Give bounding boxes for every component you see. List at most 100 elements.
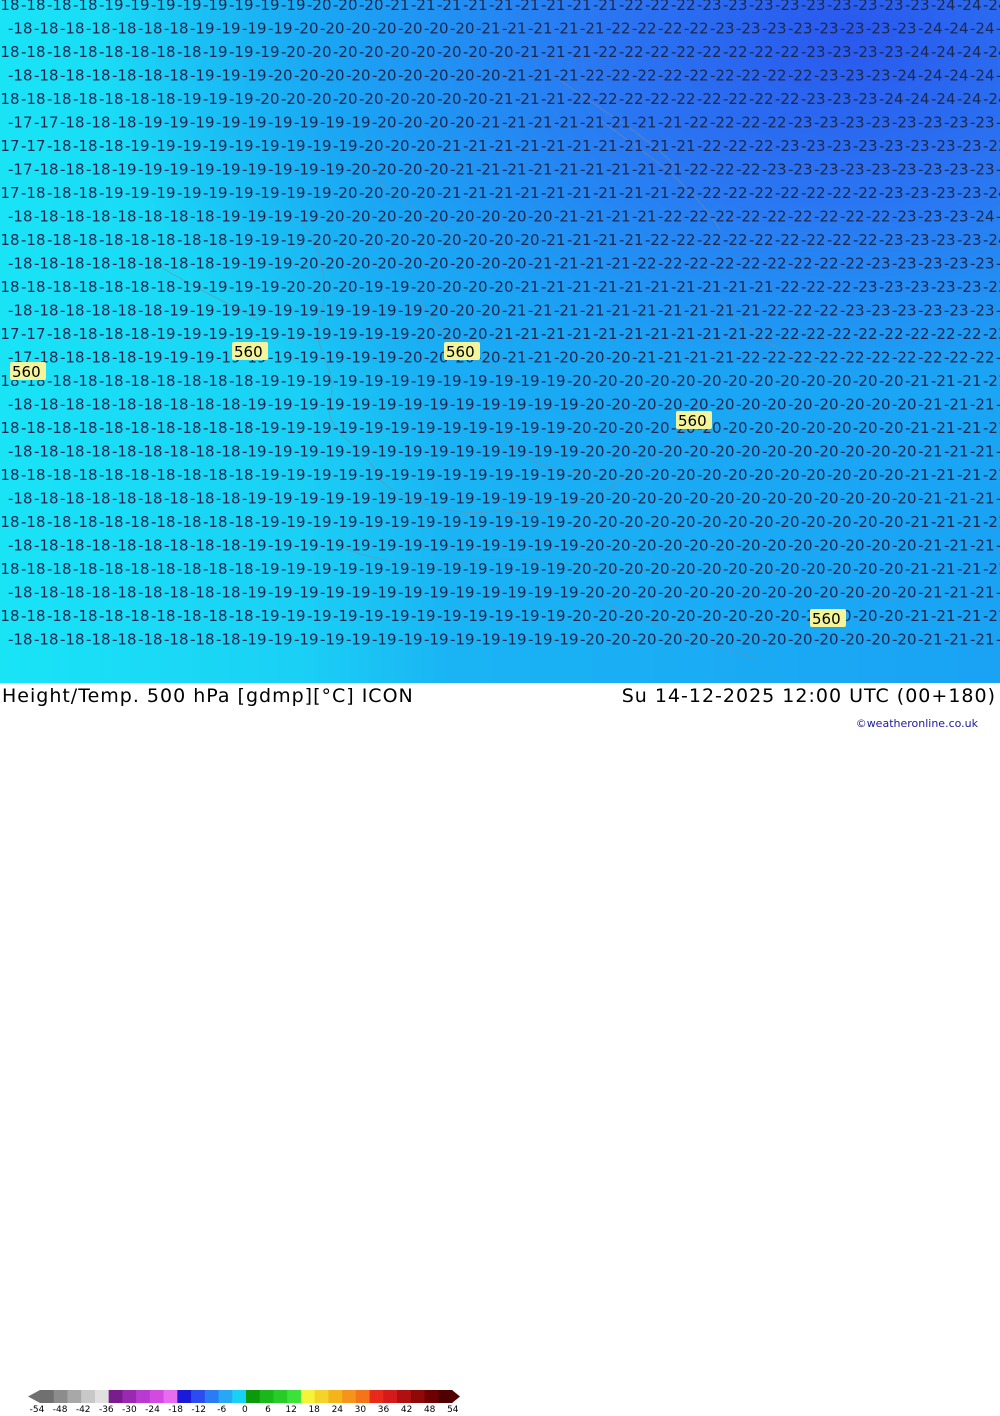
temperature-label: -18	[73, 607, 98, 625]
temperature-label: -20	[749, 466, 774, 484]
colorbar-segment	[246, 1390, 261, 1403]
temperature-label: -23	[879, 137, 904, 155]
temperature-label: -22	[697, 90, 722, 108]
temperature-label: -23	[918, 302, 943, 320]
temperature-label: -21	[567, 184, 592, 202]
temperature-label: -20	[567, 466, 592, 484]
temperature-label: -19	[372, 396, 397, 414]
temperature-label: -18	[21, 231, 46, 249]
temperature-label: -23	[931, 184, 956, 202]
colorbar-segment	[81, 1390, 96, 1403]
temperature-label: -18	[34, 20, 59, 38]
credit-link[interactable]: ©weatheronline.co.uk	[856, 717, 978, 730]
colorbar-segment	[94, 1390, 110, 1403]
temperature-label: -22	[801, 231, 826, 249]
temperature-label: -21	[385, 0, 410, 14]
temperature-label: -19	[346, 302, 371, 320]
temperature-label: -22	[684, 208, 709, 226]
temperature-label: -20	[398, 161, 423, 179]
temperature-label: -21	[957, 513, 982, 531]
temperature-label: -18	[125, 466, 150, 484]
temperature-label: -23	[801, 0, 826, 14]
temperature-label: -19	[229, 90, 254, 108]
temperature-label: -19	[99, 0, 124, 14]
temperature-label: -18	[99, 231, 124, 249]
temperature-label: -21	[957, 466, 982, 484]
temperature-label: -21	[736, 302, 761, 320]
temperature-label: -20	[775, 466, 800, 484]
temperature-label: -21	[502, 349, 527, 367]
temperature-label: -22	[736, 349, 761, 367]
temperature-label: -18	[125, 90, 150, 108]
temperature-label: -21	[502, 161, 527, 179]
temperature-label: -24	[944, 67, 969, 85]
temperature-label: -20	[437, 90, 462, 108]
colorbar-segment	[342, 1390, 357, 1403]
temperature-label: -20	[359, 231, 384, 249]
temperature-label: -22	[593, 90, 618, 108]
temperature-label: -23	[957, 231, 982, 249]
temperature-label: -21	[671, 325, 696, 343]
temperature-label: -19	[476, 537, 501, 555]
temperature-label: -22	[957, 325, 982, 343]
colorbar-segment	[204, 1390, 220, 1403]
temperature-label: -18	[125, 231, 150, 249]
temperature-label: -21	[632, 114, 657, 132]
temperature-label: -20	[853, 419, 878, 437]
temperature-label: -19	[151, 184, 176, 202]
temperature-label: -20	[879, 560, 904, 578]
temperature-label: -19	[216, 302, 241, 320]
temperature-label: -18	[229, 560, 254, 578]
temperature-label: -22	[970, 349, 995, 367]
temperature-label: -19	[255, 137, 280, 155]
temperature-label: -20	[723, 466, 748, 484]
temperature-label: -18	[86, 443, 111, 461]
temperature-label: -21	[489, 0, 514, 14]
colorbar-segment	[149, 1390, 165, 1403]
temperature-label: -19	[99, 184, 124, 202]
temperature-label: -19	[489, 372, 514, 390]
temperature-label: -20	[359, 90, 384, 108]
temperature-label: -19	[294, 302, 319, 320]
temperature-label: -20	[385, 184, 410, 202]
temperature-label: -23	[788, 114, 813, 132]
colorbar-segment	[108, 1390, 123, 1403]
temperature-label: -20	[333, 184, 358, 202]
temperature-label: -21	[970, 396, 995, 414]
temperature-label: -21	[489, 90, 514, 108]
temperature-label: -19	[346, 443, 371, 461]
temperature-label: -20	[814, 396, 839, 414]
temperature-label: -20	[736, 443, 761, 461]
temperature-label: -19	[242, 631, 267, 649]
temperature-label: -18	[60, 114, 85, 132]
temperature-label: -23	[879, 0, 904, 14]
temperature-label: -23	[840, 161, 865, 179]
temperature-label: -22	[723, 43, 748, 61]
temperature-label: -21	[541, 43, 566, 61]
temperature-label: -21	[970, 490, 995, 508]
colorbar-segment	[177, 1390, 192, 1403]
temperature-label: -20	[372, 67, 397, 85]
temperature-label: -21	[645, 184, 670, 202]
temperature-label: -21	[502, 67, 527, 85]
temperature-label: -19	[203, 184, 228, 202]
temperature-label: -22	[749, 137, 774, 155]
temperature-label: -19	[177, 0, 202, 14]
temperature-label: -22	[775, 325, 800, 343]
temperature-label: -20	[827, 513, 852, 531]
temperature-label: -18	[73, 419, 98, 437]
temperature-label: -19	[255, 466, 280, 484]
temperature-label: -19	[242, 396, 267, 414]
temperature-label: -19	[515, 419, 540, 437]
temperature-label: -22	[840, 349, 865, 367]
temperature-label: -18	[86, 537, 111, 555]
temperature-label: -19	[151, 137, 176, 155]
temperature-label: -18	[151, 607, 176, 625]
temperature-label: -21	[983, 560, 1000, 578]
temperature-label: -21	[528, 302, 553, 320]
temperature-label: -18	[0, 419, 20, 437]
temperature-label: -17	[0, 137, 20, 155]
temperature-label: -20	[736, 631, 761, 649]
temperature-label: -20	[411, 278, 436, 296]
temperature-label: -22	[736, 67, 761, 85]
